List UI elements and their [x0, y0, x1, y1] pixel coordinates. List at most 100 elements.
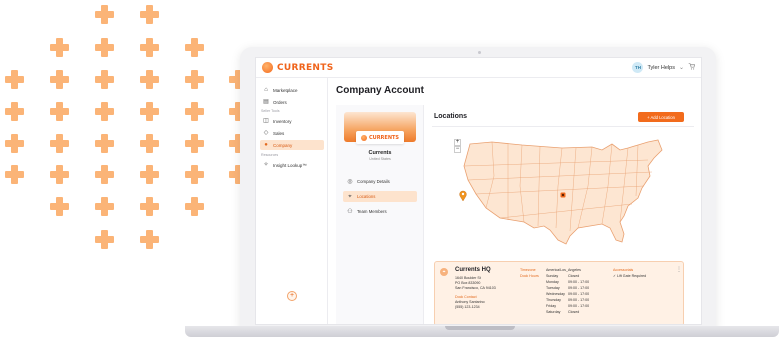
plus-icon: [50, 134, 69, 153]
plus-icon: [140, 102, 159, 121]
building-icon: ●: [264, 142, 268, 148]
plus-icon: [95, 230, 114, 249]
plus-icon: [95, 70, 114, 89]
lightbulb-icon: ✧: [263, 162, 269, 168]
logo-mark-icon: [262, 62, 273, 73]
location-name: Currents HQ: [455, 267, 491, 273]
sidebar-item-label: Insight Lookup™: [273, 162, 307, 168]
hours-day: Wednesday: [546, 292, 565, 296]
logo-mark-icon: [360, 134, 367, 141]
clipboard-icon: ▤: [263, 99, 269, 105]
plus-icon: [50, 38, 69, 57]
sidebar-item-company[interactable]: ● Company: [260, 140, 324, 150]
plus-icon: [5, 102, 24, 121]
sidebar-section-label: Resources: [261, 153, 279, 157]
plus-icon: [95, 5, 114, 24]
app-logo[interactable]: CURRENTS: [262, 62, 333, 73]
users-icon: ⚇: [347, 208, 353, 215]
plus-icon: [185, 38, 204, 57]
sidebar-item-label: Company: [273, 142, 293, 148]
top-bar: CURRENTS TH Tyler Helps ⌄: [256, 58, 701, 78]
cart-icon[interactable]: [688, 63, 696, 72]
hours-time: Closed: [568, 310, 580, 314]
tab-company-details[interactable]: ◎ Company Details: [343, 176, 417, 187]
plus-icon: [95, 134, 114, 153]
sidebar-item-inventory[interactable]: ◫ Inventory: [260, 116, 324, 126]
plus-icon: [50, 165, 69, 184]
sidebar-item-label: Orders: [273, 99, 287, 105]
location-address-line: San Francisco, CA 94103: [455, 286, 496, 290]
plus-icon: [95, 197, 114, 216]
hours-day: Tuesday: [546, 286, 560, 290]
dock-hours-label: Dock Hours: [520, 274, 539, 278]
user-name: Tyler Helps: [647, 64, 675, 71]
location-card[interactable]: ⌖ Currents HQ 1640 Boulder St PO Box 833…: [434, 261, 684, 324]
plus-icon: [140, 70, 159, 89]
plus-icon: [140, 230, 159, 249]
company-logo-text: CURRENTS: [368, 134, 400, 141]
hours-time: 09:00 - 17:00: [568, 292, 590, 296]
tab-locations[interactable]: ⌖ Locations: [343, 191, 417, 202]
globe-icon: ◎: [347, 178, 353, 185]
hours-day: Thursday: [546, 298, 561, 302]
add-location-button[interactable]: + Add Location: [638, 112, 684, 122]
sidebar: ⌂ Marketplace ▤ Orders Seller Tools ◫ In…: [256, 78, 328, 324]
sidebar-item-sales[interactable]: ◇ Sales: [260, 128, 324, 138]
box-icon: ◫: [263, 118, 269, 124]
plus-icon: [185, 134, 204, 153]
company-country: United States: [369, 157, 391, 161]
plus-icon: [140, 5, 159, 24]
location-icon: ⌖: [348, 193, 352, 200]
logo-text: CURRENTS: [277, 62, 334, 73]
plus-icon: [185, 102, 204, 121]
plus-icon: [5, 165, 24, 184]
location-address-line: PO Box 833090: [455, 281, 481, 285]
avatar: TH: [632, 62, 644, 73]
sidebar-item-label: Inventory: [273, 118, 292, 124]
plus-icon: [140, 197, 159, 216]
plus-icon: [50, 197, 69, 216]
plus-icon: [5, 134, 24, 153]
sidebar-item-label: Sales: [273, 130, 285, 136]
plus-icon: [185, 70, 204, 89]
app-screen: CURRENTS TH Tyler Helps ⌄ ⌂ Marketplace …: [255, 57, 702, 325]
us-map[interactable]: [452, 136, 674, 248]
hours-day: Saturday: [546, 310, 561, 314]
tab-label: Team Members: [357, 209, 387, 214]
dock-contact-label: Dock Contact: [455, 295, 477, 299]
sidebar-item-orders[interactable]: ▤ Orders: [260, 97, 324, 107]
tag-icon: ◇: [263, 130, 269, 136]
laptop-camera: [478, 51, 481, 54]
home-icon: ⌂: [264, 87, 268, 93]
sidebar-add-button[interactable]: +: [287, 291, 297, 301]
sidebar-item-insight-lookup[interactable]: ✧ Insight Lookup™: [260, 160, 324, 170]
plus-icon: [50, 102, 69, 121]
plus-icon: [185, 197, 204, 216]
page-title: Company Account: [336, 85, 424, 96]
plus-icon: [50, 70, 69, 89]
sidebar-item-marketplace[interactable]: ⌂ Marketplace: [260, 85, 324, 95]
sidebar-item-label: Marketplace: [273, 87, 298, 93]
hours-time: 09:00 - 17:00: [568, 304, 590, 308]
tab-label: Locations: [357, 194, 376, 199]
hours-time: 09:00 - 17:00: [568, 286, 590, 290]
timezone-label: Timezone: [520, 268, 536, 272]
dock-contact-name: Anthony Santarino: [455, 300, 485, 304]
hours-time: 09:00 - 17:00: [568, 280, 590, 284]
hours-time: 09:00 - 17:00: [568, 298, 590, 302]
laptop-notch: [445, 326, 515, 330]
tab-team-members[interactable]: ⚇ Team Members: [343, 206, 417, 217]
location-address-line: 1640 Boulder St: [455, 276, 481, 280]
chevron-down-icon: ⌄: [678, 64, 684, 71]
dock-contact-phone: (555) 123-1234: [455, 305, 480, 309]
more-options-icon[interactable]: ⋮: [676, 266, 682, 273]
locations-title: Locations: [434, 113, 468, 120]
hours-day: Monday: [546, 280, 559, 284]
plus-icon: [140, 134, 159, 153]
plus-icon: [185, 165, 204, 184]
user-menu[interactable]: TH Tyler Helps ⌄: [632, 62, 696, 73]
us-map-landmass: [463, 139, 663, 245]
timezone-value: America/Los_Angeles: [546, 268, 581, 272]
hours-day: Friday: [546, 304, 556, 308]
plus-icon: [140, 165, 159, 184]
